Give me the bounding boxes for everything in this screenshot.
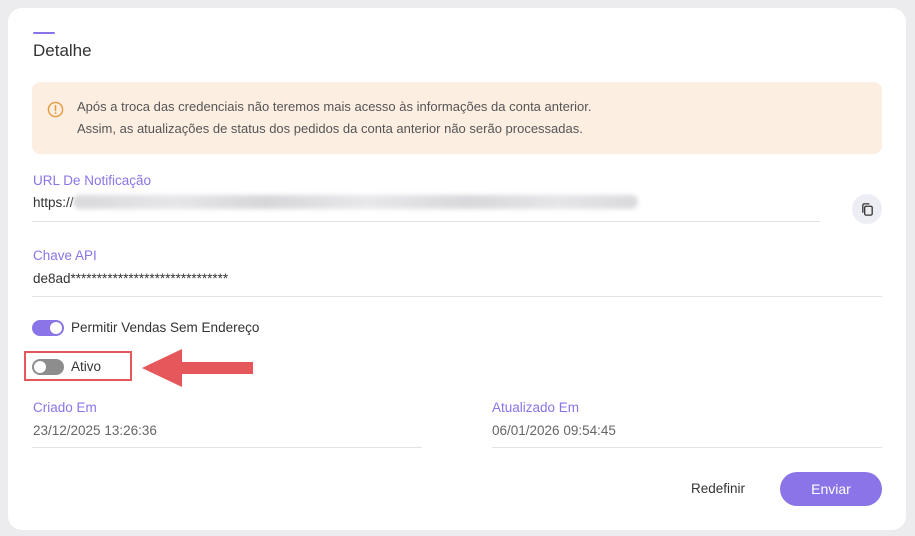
title-accent-bar: [33, 32, 55, 34]
alert-message-line-1: Após a troca das credenciais não teremos…: [77, 99, 592, 114]
created-at-label: Criado Em: [33, 400, 97, 415]
created-at-value: 23/12/2025 13:26:36: [33, 423, 157, 438]
allow-no-address-label: Permitir Vendas Sem Endereço: [71, 320, 260, 335]
allow-no-address-toggle[interactable]: [32, 320, 64, 336]
copy-url-button[interactable]: [852, 194, 882, 224]
copy-icon: [861, 202, 873, 216]
submit-button[interactable]: Enviar: [780, 472, 882, 506]
alert-message-line-2: Assim, as atualizações de status dos ped…: [77, 121, 583, 136]
annotation-highlight-box: [24, 351, 132, 381]
detail-card: Detalhe Após a troca das credenciais não…: [8, 8, 906, 530]
updated-at-label: Atualizado Em: [492, 400, 580, 415]
updated-at-value: 06/01/2026 09:54:45: [492, 423, 616, 438]
api-key-label: Chave API: [33, 248, 97, 263]
updated-at-underline: [492, 447, 882, 448]
notification-url-value[interactable]: https://: [33, 195, 74, 210]
api-key-value[interactable]: de8ad******************************: [33, 271, 228, 286]
api-key-underline: [32, 296, 882, 297]
reset-button[interactable]: Redefinir: [668, 473, 768, 505]
notification-url-redacted: [73, 195, 638, 209]
annotation-arrow-icon: [142, 349, 253, 387]
toggle-knob: [50, 322, 62, 334]
warning-circle-icon: [47, 101, 64, 118]
created-at-underline: [32, 447, 422, 448]
notification-url-underline: [32, 221, 820, 222]
warning-alert: Após a troca das credenciais não teremos…: [32, 82, 882, 154]
page-title: Detalhe: [33, 41, 92, 60]
notification-url-label: URL De Notificação: [33, 173, 152, 188]
